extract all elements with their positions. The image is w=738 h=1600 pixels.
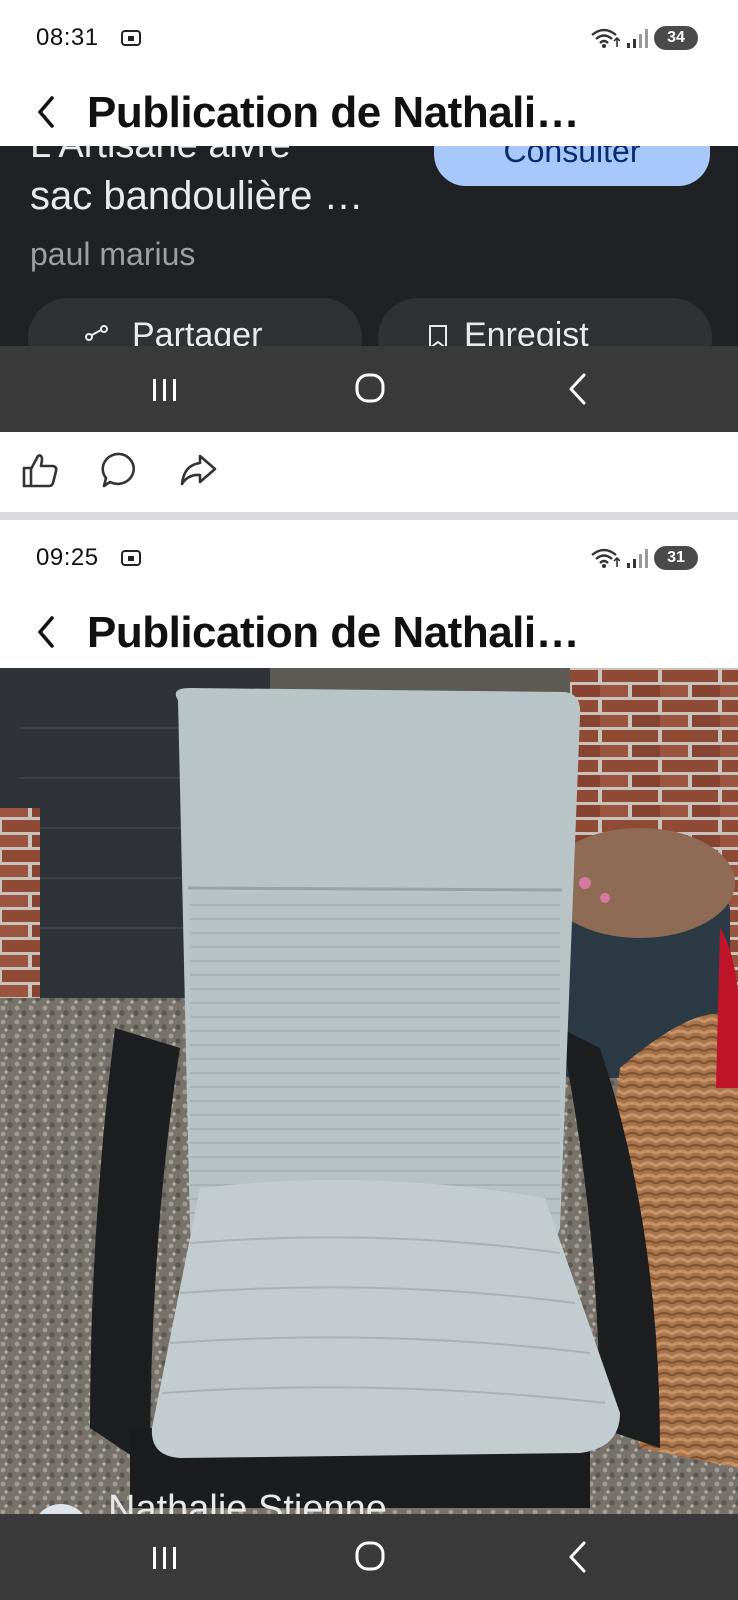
share-nodes-icon — [85, 325, 108, 341]
consult-button[interactable]: Consulter — [434, 146, 710, 186]
battery-icon: 34 — [654, 26, 698, 50]
post-actions-row — [0, 432, 738, 512]
save-pill-button[interactable]: Enregist — [378, 298, 712, 346]
battery-icon: 31 — [654, 546, 698, 570]
nav-back-icon[interactable] — [566, 1540, 588, 1574]
screenshot-divider — [0, 512, 738, 520]
home-icon[interactable] — [354, 372, 386, 404]
home-icon[interactable] — [354, 1540, 386, 1572]
post-header-2: Publication de Nathali… — [0, 598, 738, 666]
status-time-2: 09:25 — [36, 544, 99, 571]
system-navbar-2 — [0, 1514, 738, 1600]
share-pill-label: Partager — [132, 316, 263, 346]
back-icon[interactable] — [32, 94, 62, 130]
post-photo[interactable]: Nathalie Stienne — [0, 668, 738, 1514]
photo-author-name[interactable]: Nathalie Stienne — [108, 1488, 387, 1514]
status-indicators-2: 31 — [590, 546, 698, 570]
card-title: sac bandoulière … — [30, 174, 364, 218]
card-cut-text: L'Artisane alvre — [30, 146, 291, 167]
card-author: paul marius — [30, 236, 196, 272]
armchair-photo-illustration — [0, 668, 738, 1514]
signal-icon — [627, 29, 648, 48]
nav-back-icon[interactable] — [566, 372, 588, 406]
shared-link-card[interactable]: L'Artisane alvre Consulter sac bandouliè… — [0, 146, 738, 346]
status-indicators: 34 — [590, 26, 698, 50]
screen-capture-icon — [121, 550, 141, 566]
save-pill-label: Enregist — [464, 316, 589, 346]
system-navbar — [0, 346, 738, 432]
screen-capture-icon — [121, 30, 141, 46]
bookmark-icon — [429, 325, 447, 346]
status-bar-2: 09:25 31 — [0, 520, 738, 598]
wifi-icon — [591, 28, 620, 48]
like-icon[interactable] — [20, 450, 60, 490]
recent-apps-icon[interactable] — [150, 1544, 180, 1572]
share-pill-button[interactable]: Partager — [28, 298, 362, 346]
post-header: Publication de Nathali… — [0, 78, 738, 146]
recent-apps-icon[interactable] — [150, 376, 180, 404]
wifi-icon — [591, 548, 620, 568]
status-time: 08:31 — [36, 24, 99, 51]
page-title-2: Publication de Nathali… — [87, 608, 580, 657]
status-bar: 08:31 34 — [0, 0, 738, 78]
comment-icon[interactable] — [100, 450, 140, 490]
share-icon[interactable] — [178, 450, 218, 490]
back-icon[interactable] — [32, 614, 62, 650]
signal-icon — [627, 549, 648, 568]
consult-button-label: Consulter — [503, 146, 641, 169]
page-title: Publication de Nathali… — [87, 88, 580, 137]
